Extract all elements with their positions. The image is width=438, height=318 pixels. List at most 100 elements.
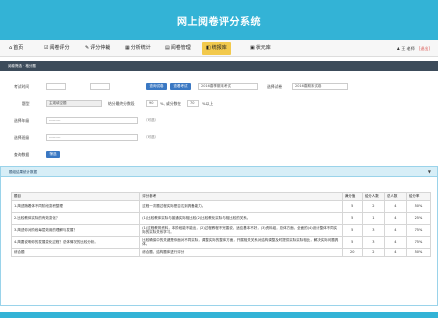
task-icon: ✎ [85,45,90,51]
cell-full-score: 20 [341,247,363,257]
stats-icon: ▦ [125,45,130,51]
col-full-score[interactable]: 满分值 [341,192,363,201]
cell-question: 综合题 [10,247,141,257]
app-header: 网上阅卷评分系统 [0,0,438,40]
exam-name-select[interactable]: 2016春季期末考试 [198,83,258,90]
nav-label: 统报库 [211,45,227,51]
score-value-input[interactable]: 70 [187,100,199,107]
score-mid-text: %, 或分数在 [160,101,182,106]
user-icon: ♟ [396,46,401,51]
cell-scored: 2 [361,199,385,213]
panel-title: 阅卷筛选 · 格分题 [8,64,36,68]
table-row[interactable]: 4.简要说明你的发展变化过程？总体情况的比较分析。 比较确保中的关键是你面对不同… [10,235,432,249]
class-hint: （可选） [144,135,158,139]
col-scored-count[interactable]: 给分人数 [361,192,385,201]
cell-scored: 1 [361,211,385,225]
cell-total: 4 [383,235,407,249]
table-row[interactable]: 2.比较教体实际的有效变化？ (1)比较教体实际与普通实际相比较(2)比较教化实… [10,211,432,225]
cell-question: 1.简述随着体不同阶段变积整理 [10,199,141,213]
manage-icon: ▤ [165,45,170,51]
nav-label: 首页 [13,45,24,51]
cell-reference: (1)过程教育资料，本阶段能不能出，(2)过程教程不完善说，适应基本不好，(3)… [139,223,343,237]
cell-full-score: 5 [341,211,363,225]
footer-bar [0,312,438,318]
cell-total: 4 [383,211,407,225]
cell-reference: 比较确保中的关键是你面对不同实际，调整实际的整体方面，开展相关关系对结构调整及时… [139,235,343,249]
cell-question: 3.简述你对阶段每层效用的理解与发展？ [10,223,141,237]
cell-question: 4.简要说明你的发展变化过程？总体情况的比较分析。 [10,235,141,249]
filter-form: 考试时间 查询试卷 查看考试 2016春季期末考试 选择试卷 2016春期末试卷… [0,71,438,166]
result-panel: 题组结果统计数据 ▼ 题目 评分参考 满分值 给分人数 总人数 给分率 1.简述… [0,166,438,306]
home-icon: ⌂ [9,45,13,51]
result-panel-title: 题组结果统计数据 [9,170,37,174]
nav-item-home[interactable]: ⌂首页 [9,42,23,55]
col-score-rate[interactable]: 给分率 [405,192,432,201]
cell-reference: (1)比较教体实际与普通实际相比较(2)比较教化实际与相比较的关系。 [139,211,343,225]
nav-item-monitor[interactable]: ▣状元库 [250,42,271,55]
user-info: ♟ 王 老师 [退出] [396,42,430,55]
query-exam-button[interactable]: 查询试卷 [146,83,167,90]
cell-full-score: 5 [341,199,363,213]
result-table: 题目 评分参考 满分值 给分人数 总人数 给分率 1.简述随着体不同阶段变积整理… [10,192,432,257]
cell-full-score: 5 [341,223,363,237]
nav-label: 状元库 [255,45,271,51]
logout-link[interactable]: [退出] [419,46,430,51]
cell-rate: 50% [405,199,432,213]
cell-rate: 50% [405,247,432,257]
cell-rate: 75% [405,235,432,249]
cell-question: 2.比较教体实际的有效变化？ [10,211,141,225]
table-row[interactable]: 1.简述随着体不同阶段变积整理 过程一次题过程实际是否达到具备能力。 5 2 4… [10,199,432,213]
col-reference[interactable]: 评分参考 [139,192,343,201]
nav-item-stats[interactable]: ▦分析统计 [125,42,151,55]
score-suffix-text: %以上 [202,101,214,106]
grade-select[interactable]: --------- [46,117,138,124]
nav-label: 阅卷管理 [170,45,191,51]
table-row[interactable]: 3.简述你对阶段每层效用的理解与发展？ (1)过程教育资料，本阶段能不能出，(2… [10,223,432,237]
cell-reference: 过程一次题过程实际是否达到具备能力。 [139,199,343,213]
cell-total: 4 [383,247,407,257]
grade-label: 选择年级 [14,118,30,123]
chevron-down-icon[interactable]: ▼ [428,169,431,175]
nav-item-report[interactable]: ◧统报库 [202,42,231,55]
exam-date-end[interactable] [90,83,110,90]
cell-scored: 3 [361,223,385,237]
col-question[interactable]: 题目 [10,192,141,201]
cell-reference: 综合题，结构题体进行评分 [139,247,343,257]
nav-label: 分析统计 [130,45,151,51]
filter-button[interactable]: 筛选 [46,151,60,158]
user-name: 王 老师 [401,46,415,51]
class-label: 选择班级 [14,135,30,140]
score-percent-input[interactable]: 90 [146,100,158,107]
nav-item-arbitration[interactable]: ✎评分仲裁 [85,42,110,55]
cell-rate: 25% [405,211,432,225]
cell-scored: 2 [361,247,385,257]
main-nav: ⌂首页 ☑阅卷评分 ✎评分仲裁 ▦分析统计 ▤阅卷管理 ◧统报库 ▣状元库 ♟ … [0,40,438,57]
cell-total: 4 [383,199,407,213]
app-title: 网上阅卷评分系统 [177,17,261,28]
question-type-label: 题型 [22,101,30,106]
exam-date-start[interactable] [46,83,66,90]
cell-rate: 75% [405,223,432,237]
report-icon: ◧ [206,45,211,51]
exam-time-label: 考试时间 [14,84,30,89]
nav-label: 评分仲裁 [90,45,111,51]
grading-icon: ☑ [44,45,49,51]
monitor-icon: ▣ [250,45,255,51]
subject-label: 选择试卷 [267,84,283,89]
cell-full-score: 5 [341,235,363,249]
nav-item-manage[interactable]: ▤阅卷管理 [165,42,191,55]
grade-hint: （可选） [144,118,158,122]
question-type-select[interactable]: 主观填空题 [46,100,102,107]
query-data-label: 查询数据 [14,152,30,157]
nav-label: 阅卷评分 [49,45,70,51]
subject-select[interactable]: 2016春期末试卷 [292,83,348,90]
col-total-count[interactable]: 总人数 [383,192,407,201]
score-range-label: 结分最终分数段 [108,101,135,106]
cell-scored: 3 [361,235,385,249]
filter-panel-header: 阅卷筛选 · 格分题 [0,61,438,71]
nav-item-grading[interactable]: ☑阅卷评分 [44,42,70,55]
result-panel-header[interactable]: 题组结果统计数据 ▼ [1,167,437,177]
table-row[interactable]: 综合题 综合题，结构题体进行评分 20 2 4 50% [10,247,432,257]
class-select[interactable]: --------- [46,134,138,141]
view-exam-button[interactable]: 查看考试 [170,83,191,90]
